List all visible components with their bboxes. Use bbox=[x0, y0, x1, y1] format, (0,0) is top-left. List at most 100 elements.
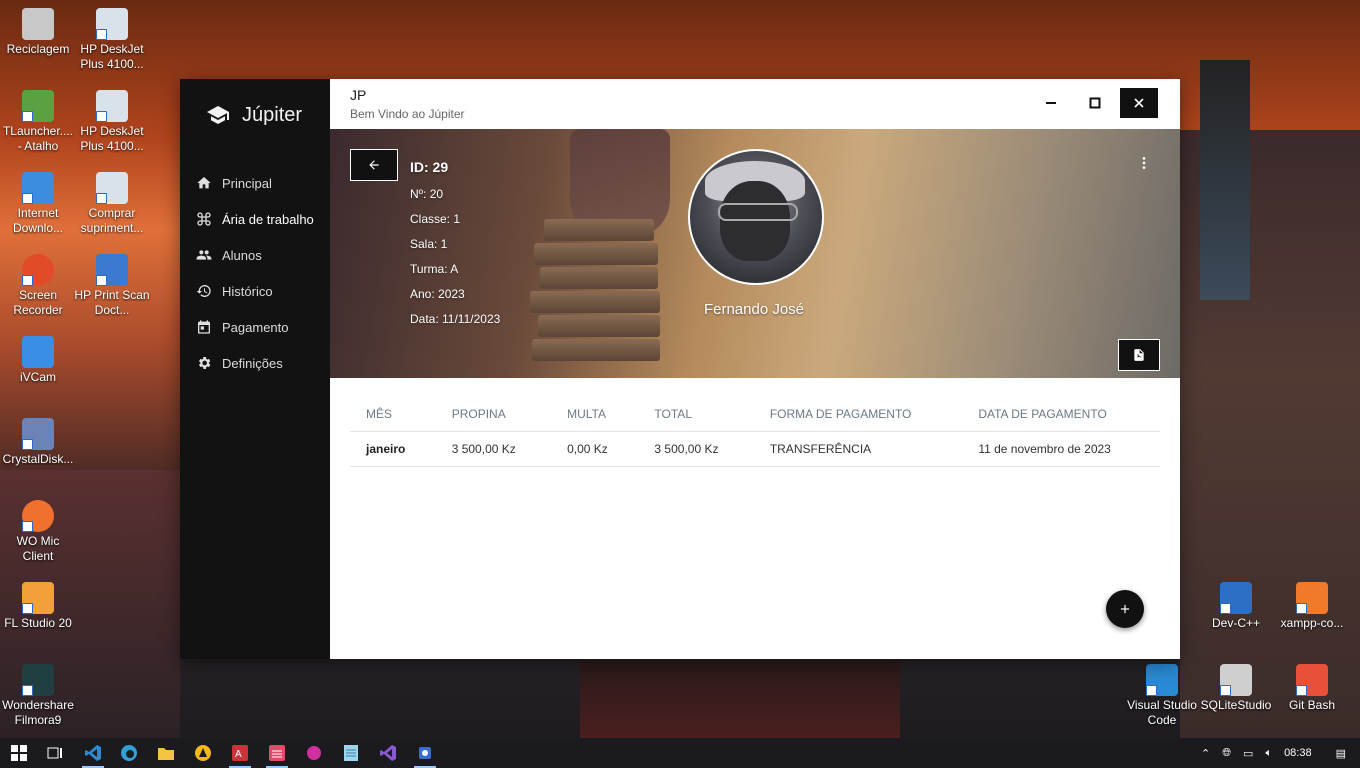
internet-download-manager-icon bbox=[22, 172, 54, 204]
file-explorer-icon bbox=[158, 748, 174, 760]
back-button[interactable] bbox=[350, 149, 398, 181]
desktop-icon[interactable]: HP DeskJet Plus 4100... bbox=[74, 90, 150, 154]
desktop-icon[interactable]: HP DeskJet Plus 4100... bbox=[74, 8, 150, 72]
plus-icon bbox=[1120, 604, 1130, 614]
vscode-icon bbox=[1146, 664, 1178, 696]
avatar-glasses bbox=[718, 203, 798, 221]
desktop-icon[interactable]: iVCam bbox=[0, 336, 76, 385]
filmora-icon bbox=[22, 664, 54, 696]
column-header-data-pagamento[interactable]: DATA DE PAGAMENTO bbox=[962, 395, 1160, 432]
people-icon bbox=[196, 250, 212, 260]
taskbar-app-edge[interactable] bbox=[118, 742, 140, 764]
maximize-button[interactable] bbox=[1076, 88, 1114, 118]
desktop-icon[interactable]: TLauncher.... - Atalho bbox=[0, 90, 76, 154]
git-bash-icon bbox=[1296, 664, 1328, 696]
student-hero-banner: ID: 29 Nº: 20 Classe: 1 Sala: 1 Turma: A… bbox=[330, 129, 1180, 378]
export-pdf-button[interactable] bbox=[1118, 339, 1160, 371]
sidebar-item-alunos[interactable]: Alunos bbox=[180, 237, 330, 273]
maximize-icon bbox=[1089, 97, 1101, 109]
add-payment-button[interactable] bbox=[1106, 590, 1144, 628]
brand: Júpiter bbox=[204, 103, 302, 127]
column-header-forma-pagamento[interactable]: FORMA DE PAGAMENTO bbox=[753, 395, 963, 432]
desktop-icon-label: Internet Downlo... bbox=[12, 206, 64, 235]
taskbar-app-vscode[interactable] bbox=[82, 742, 104, 768]
avatar-face bbox=[720, 181, 790, 261]
desktop-icon[interactable]: CrystalDisk... bbox=[0, 418, 76, 467]
minimize-icon bbox=[1046, 102, 1056, 104]
brand-name: Júpiter bbox=[242, 103, 303, 126]
column-header-propina[interactable]: PROPINA bbox=[435, 395, 552, 432]
command-icon bbox=[197, 212, 211, 226]
book bbox=[532, 339, 660, 361]
sidebar-item-label: Alunos bbox=[222, 247, 262, 263]
sidebar-item-definicoes[interactable]: Definições bbox=[180, 345, 330, 381]
desktop-icon[interactable]: Reciclagem bbox=[0, 8, 76, 57]
taskbar-app-autocad[interactable] bbox=[192, 742, 214, 764]
calendar-icon bbox=[198, 320, 210, 334]
globe-icon[interactable]: 🌐︎ bbox=[1222, 747, 1231, 760]
home-icon bbox=[197, 177, 211, 189]
table-header-row: MÊS PROPINA MULTA TOTAL FORMA DE PAGAMEN… bbox=[350, 395, 1160, 432]
desktop-icon[interactable]: Comprar supriment... bbox=[74, 172, 150, 236]
desktop-icon-label: xampp-co... bbox=[1280, 616, 1344, 630]
sidebar: Júpiter Principal Ária de trabalho Aluno… bbox=[180, 79, 330, 659]
table-row[interactable]: janeiro 3 500,00 Kz 0,00 Kz 3 500,00 Kz … bbox=[350, 431, 1160, 467]
arrow-left-icon bbox=[369, 160, 379, 170]
desktop-icon[interactable]: FL Studio 20 bbox=[0, 582, 76, 631]
desktop-icon[interactable]: xampp-co... bbox=[1274, 582, 1350, 631]
taskbar-app-visual-studio[interactable] bbox=[377, 742, 399, 764]
column-header-total[interactable]: TOTAL bbox=[638, 395, 754, 432]
desktop-icon[interactable]: Dev-C++ bbox=[1198, 582, 1274, 631]
desktop-icon[interactable]: SQLiteStudio bbox=[1198, 664, 1274, 713]
sidebar-item-label: Principal bbox=[222, 175, 272, 191]
clock[interactable]: 08:38 bbox=[1284, 747, 1312, 759]
taskbar-app-jupiter[interactable] bbox=[414, 742, 436, 768]
sqlitestudio-icon bbox=[1220, 664, 1252, 696]
notification-icon[interactable]: ▤ bbox=[1336, 747, 1346, 760]
sidebar-item-pagamento[interactable]: Pagamento bbox=[180, 309, 330, 345]
desktop-icon[interactable]: WO Mic Client bbox=[0, 500, 76, 564]
vscode-icon bbox=[85, 745, 101, 761]
svg-text:A: A bbox=[235, 749, 242, 760]
cell-propina: 3 500,00 Kz bbox=[435, 431, 552, 467]
sidebar-item-area-de-trabalho[interactable]: Ária de trabalho bbox=[180, 201, 330, 237]
windows-start-icon bbox=[11, 745, 27, 761]
cell-forma-pagamento: TRANSFERÊNCIA bbox=[753, 431, 963, 467]
taskbar-app-explorer[interactable] bbox=[155, 742, 177, 764]
taskbar-app-access[interactable]: A bbox=[229, 742, 251, 768]
student-numero: Nº: 20 bbox=[410, 187, 444, 201]
minimize-button[interactable] bbox=[1032, 88, 1070, 118]
xampp-icon bbox=[1296, 582, 1328, 614]
printer-icon bbox=[96, 8, 128, 40]
book bbox=[540, 267, 658, 289]
desktop-icon[interactable]: Wondershare Filmora9 bbox=[0, 664, 76, 728]
tlauncher-icon bbox=[22, 90, 54, 122]
desktop-icon[interactable]: Git Bash bbox=[1274, 664, 1350, 713]
printer-supplies-icon bbox=[96, 172, 128, 204]
chevron-up-icon[interactable]: ⌃ bbox=[1201, 747, 1210, 760]
sidebar-item-historico[interactable]: Histórico bbox=[180, 273, 330, 309]
desktop-icon[interactable]: Internet Downlo... bbox=[0, 172, 76, 236]
desktop-icon-label: Dev-C++ bbox=[1211, 616, 1261, 630]
sidebar-item-principal[interactable]: Principal bbox=[180, 165, 330, 201]
taskbar-app-layers[interactable] bbox=[266, 742, 288, 768]
desktop-background-road bbox=[580, 660, 900, 740]
system-tray: ⌃ 🌐︎ ▭ 🔈︎ 08:38 ▤ bbox=[1195, 738, 1360, 768]
network-icon[interactable]: ▭ bbox=[1243, 747, 1253, 760]
desktop-icon[interactable]: HP Print Scan Doct... bbox=[74, 254, 150, 318]
desktop-icon-label: CrystalDisk... bbox=[2, 452, 74, 466]
task-view-button[interactable] bbox=[44, 742, 66, 764]
volume-icon[interactable]: 🔈︎ bbox=[1265, 747, 1272, 760]
taskbar-app-notepad[interactable] bbox=[340, 742, 362, 764]
book bbox=[544, 219, 654, 241]
desktop-icon[interactable]: Screen Recorder bbox=[0, 254, 76, 318]
column-header-multa[interactable]: MULTA bbox=[551, 395, 639, 432]
more-options-button[interactable] bbox=[1132, 151, 1156, 175]
student-id: ID: 29 bbox=[410, 159, 449, 175]
desktop-icon[interactable]: Visual Studio Code bbox=[1124, 664, 1200, 728]
taskbar-app-gem[interactable] bbox=[303, 742, 325, 764]
column-header-mes[interactable]: MÊS bbox=[350, 395, 436, 432]
close-button[interactable] bbox=[1120, 88, 1158, 118]
crystaldisk-icon bbox=[22, 418, 54, 450]
start-button[interactable] bbox=[8, 742, 30, 764]
